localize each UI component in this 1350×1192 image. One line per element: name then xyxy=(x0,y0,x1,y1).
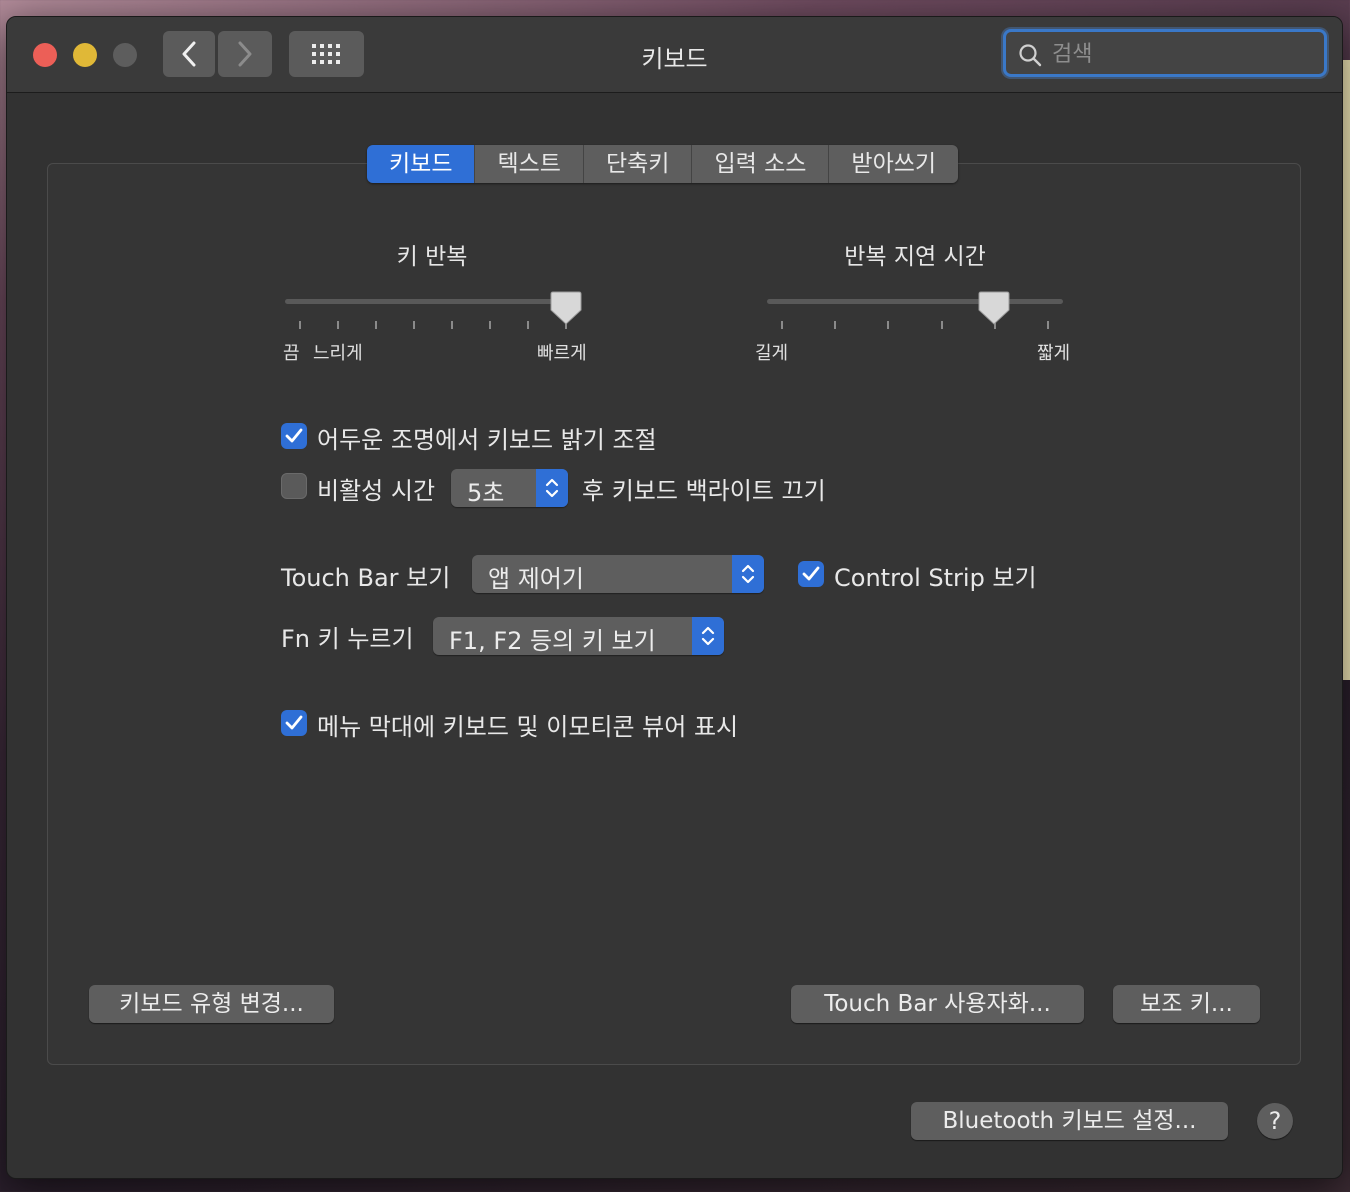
repeat-delay-tick xyxy=(941,321,943,329)
tab-text[interactable]: 텍스트 xyxy=(475,145,584,183)
inactivity-time-value: 5초 xyxy=(467,479,505,507)
repeat-delay-tick xyxy=(1047,321,1049,329)
key-repeat-tick xyxy=(375,321,377,329)
key-repeat-tick xyxy=(489,321,491,329)
tab-dictation[interactable]: 받아쓰기 xyxy=(829,145,959,183)
adjust-brightness-checkbox[interactable] xyxy=(281,423,307,449)
checkmark-icon xyxy=(802,566,820,581)
customize-touch-bar-button[interactable]: Touch Bar 사용자화... xyxy=(791,985,1084,1023)
modifier-keys-button[interactable]: 보조 키... xyxy=(1113,985,1260,1023)
repeat-delay-tick xyxy=(834,321,836,329)
key-repeat-tick xyxy=(527,321,529,329)
repeat-delay-long-label: 길게 xyxy=(755,343,789,364)
help-button[interactable]: ? xyxy=(1257,1103,1293,1139)
fn-key-value: F1, F2 등의 키 보기 xyxy=(449,627,656,655)
bluetooth-keyboard-setup-button[interactable]: Bluetooth 키보드 설정... xyxy=(911,1102,1228,1140)
key-repeat-off-label: 끔 xyxy=(283,343,300,364)
adjust-brightness-label: 어두운 조명에서 키보드 밝기 조절 xyxy=(317,426,657,454)
updown-chevron-icon xyxy=(536,469,568,507)
repeat-delay-slider-thumb[interactable] xyxy=(978,290,1010,326)
fn-key-popup[interactable]: F1, F2 등의 키 보기 xyxy=(433,617,724,655)
key-repeat-slow-label: 느리게 xyxy=(313,343,363,364)
title-bar: 키보드 xyxy=(7,17,1342,93)
backlight-off-checkbox[interactable] xyxy=(281,473,307,499)
backlight-off-label-before: 비활성 시간 xyxy=(317,477,436,505)
search-field[interactable] xyxy=(1003,29,1327,77)
updown-chevron-icon xyxy=(732,555,764,593)
key-repeat-label: 키 반복 xyxy=(396,244,468,270)
backlight-off-label-after: 후 키보드 백라이트 끄기 xyxy=(582,477,826,505)
touch-bar-show-value: 앱 제어기 xyxy=(488,565,584,593)
updown-chevron-icon xyxy=(692,617,724,655)
repeat-delay-tick xyxy=(887,321,889,329)
control-strip-checkbox[interactable] xyxy=(798,561,824,587)
key-repeat-track xyxy=(285,299,581,304)
key-repeat-slider-thumb[interactable] xyxy=(550,290,582,326)
touch-bar-show-popup[interactable]: 앱 제어기 xyxy=(472,555,764,593)
tab-bar: 키보드 텍스트 단축키 입력 소스 받아쓰기 xyxy=(367,145,959,183)
menu-bar-viewer-label: 메뉴 막대에 키보드 및 이모티콘 뷰어 표시 xyxy=(317,713,739,741)
change-keyboard-type-button[interactable]: 키보드 유형 변경... xyxy=(89,985,334,1023)
search-input[interactable] xyxy=(1050,38,1314,70)
key-repeat-tick xyxy=(413,321,415,329)
keyboard-tab-panel xyxy=(47,163,1301,1065)
touch-bar-show-label: Touch Bar 보기 xyxy=(281,564,451,592)
tab-keyboard[interactable]: 키보드 xyxy=(367,145,476,183)
repeat-delay-tick xyxy=(781,321,783,329)
repeat-delay-short-label: 짧게 xyxy=(1037,343,1071,364)
key-repeat-tick xyxy=(337,321,339,329)
key-repeat-tick xyxy=(299,321,301,329)
key-repeat-tick xyxy=(451,321,453,329)
repeat-delay-track xyxy=(767,299,1063,304)
menu-bar-viewer-checkbox[interactable] xyxy=(281,710,307,736)
repeat-delay-label: 반복 지연 시간 xyxy=(844,244,986,270)
fn-key-label: Fn 키 누르기 xyxy=(281,625,414,653)
search-icon xyxy=(1019,44,1042,67)
checkmark-icon xyxy=(285,715,303,730)
tab-shortcuts[interactable]: 단축키 xyxy=(583,145,693,183)
key-repeat-fast-label: 빠르게 xyxy=(537,343,587,364)
control-strip-label: Control Strip 보기 xyxy=(834,564,1037,592)
inactivity-time-popup[interactable]: 5초 xyxy=(451,469,568,507)
checkmark-icon xyxy=(285,428,303,443)
tab-input-sources[interactable]: 입력 소스 xyxy=(692,145,830,183)
keyboard-preferences-window: 키보드 키보드 텍스트 단축키 입력 소스 받아쓰기 키 반복 끔 느리게 빠르… xyxy=(6,16,1343,1179)
